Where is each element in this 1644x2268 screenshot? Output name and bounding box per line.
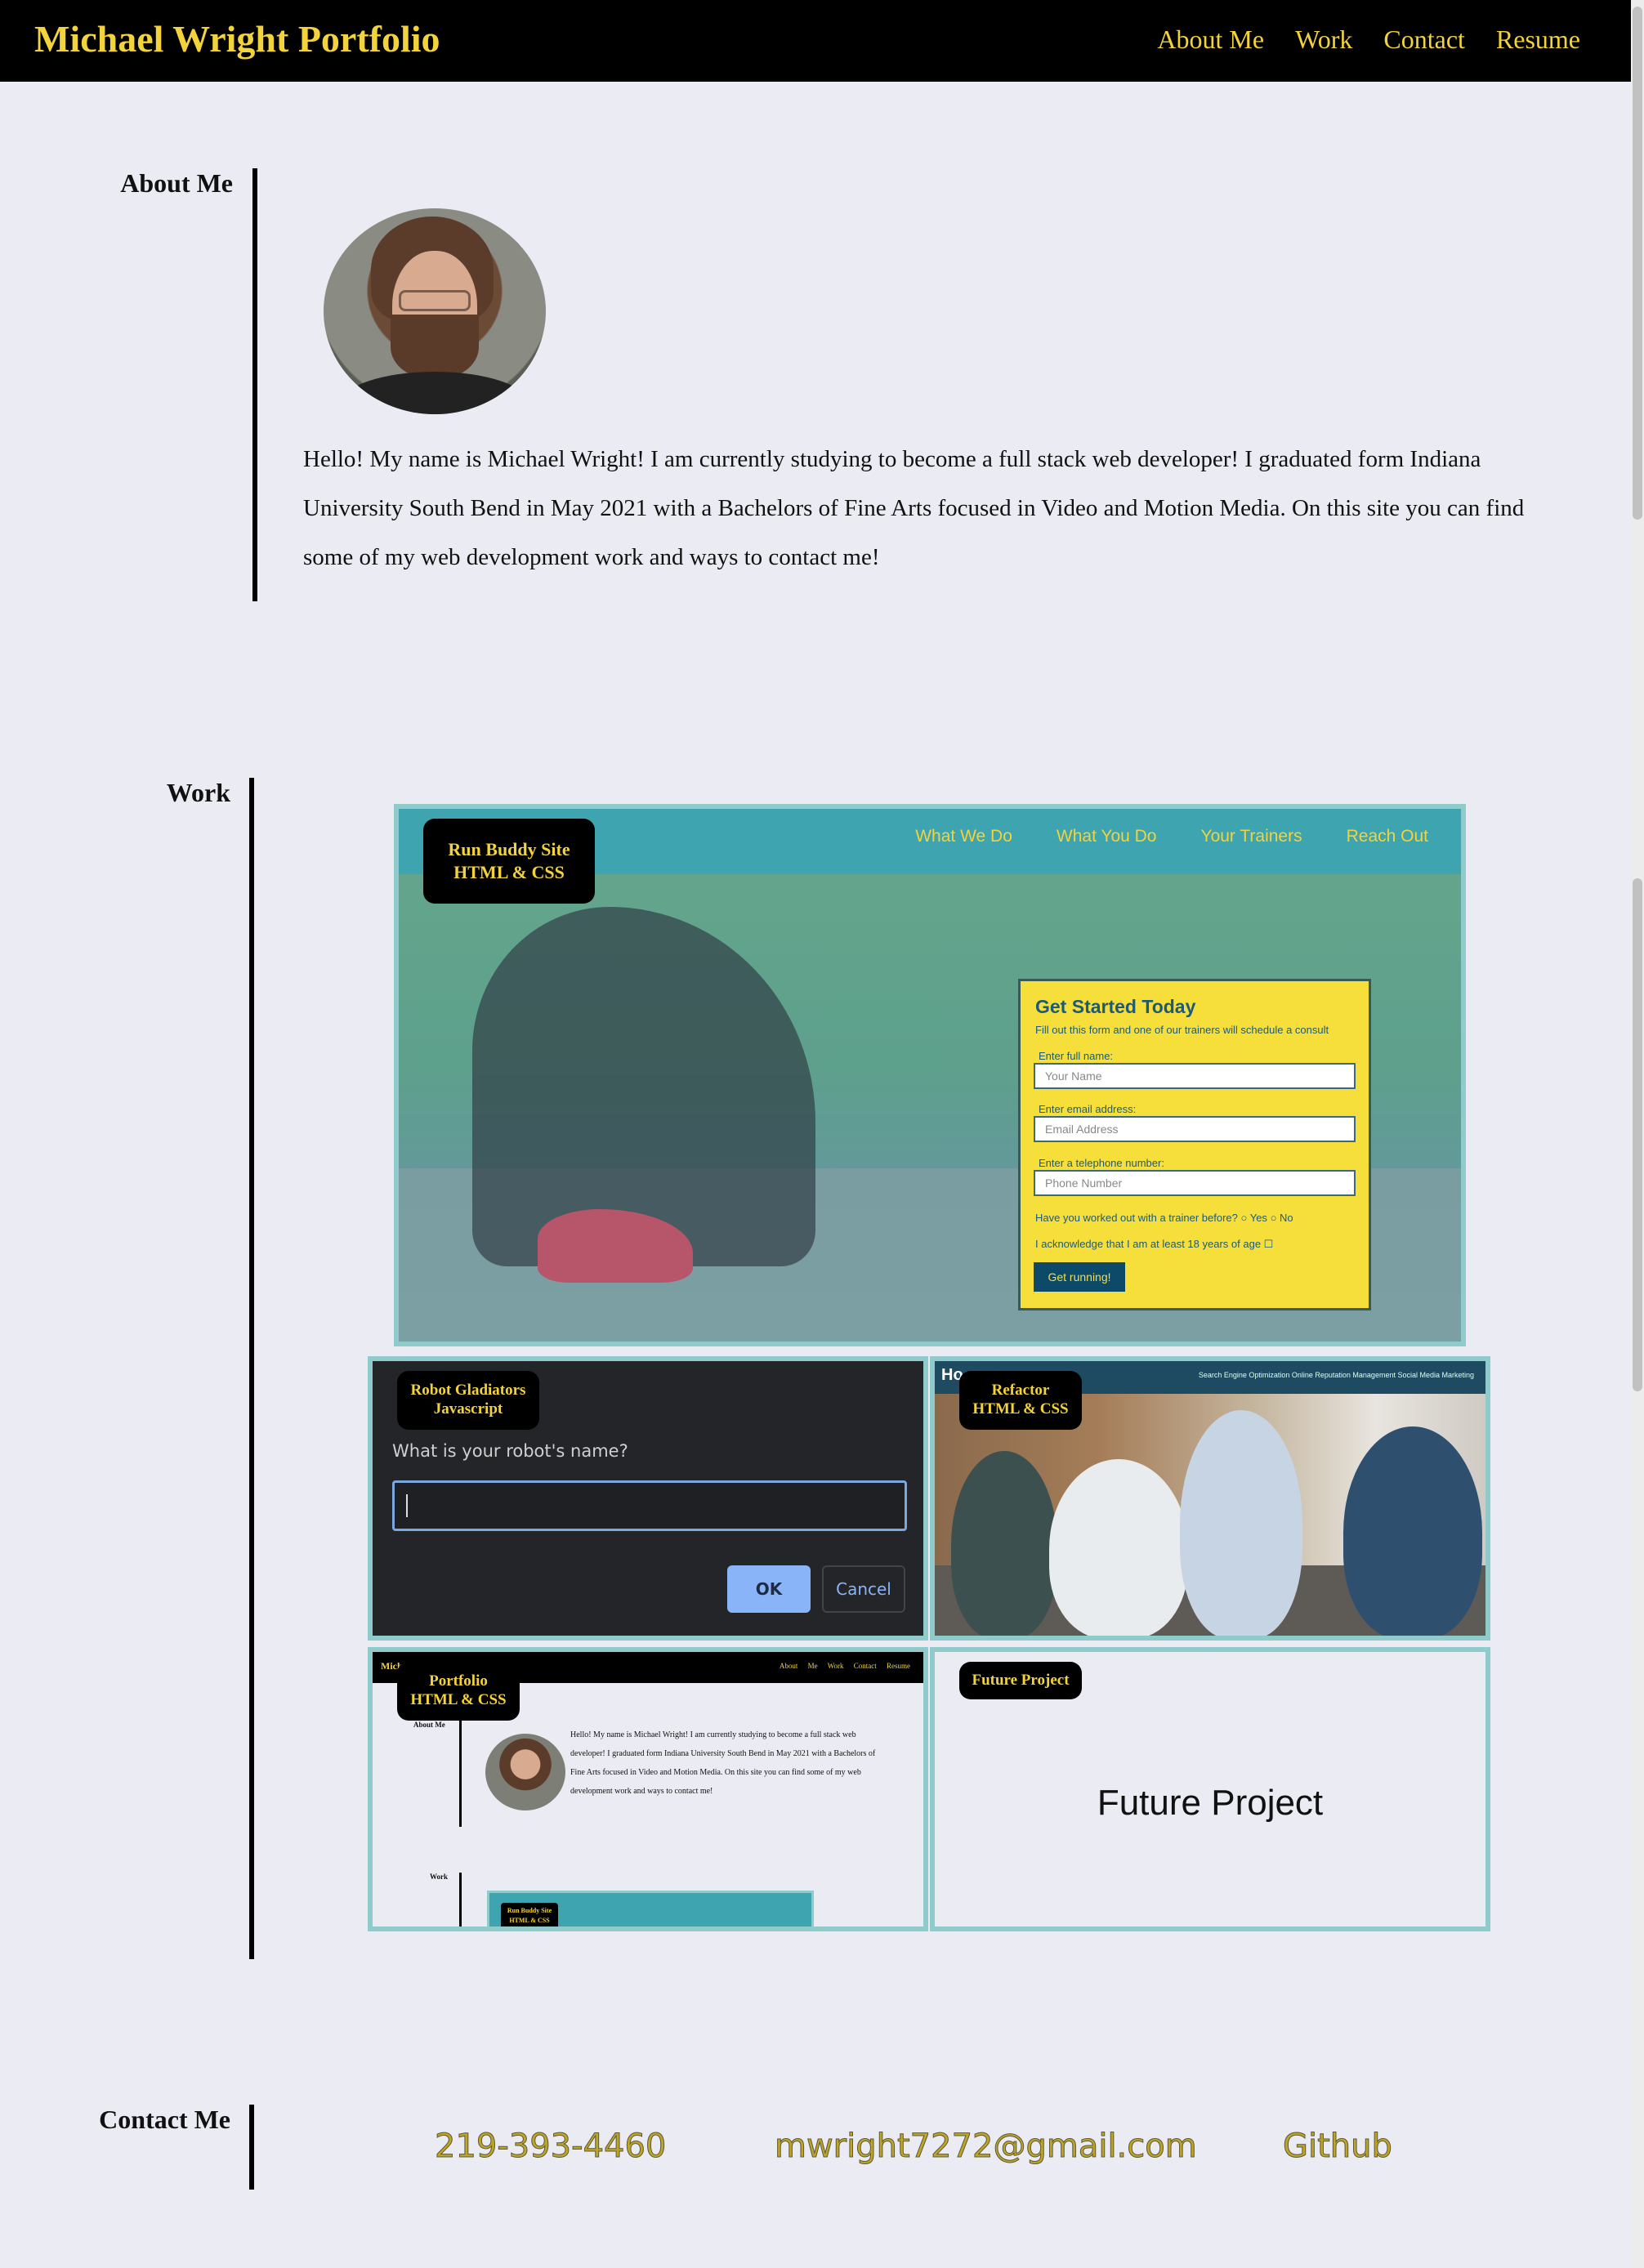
rb-nav-reach-out: Reach Out (1346, 827, 1428, 846)
rb-phone-input: Phone Number (1034, 1170, 1356, 1196)
pf-mini-nav: About Me Work Contact Resume (779, 1662, 910, 1670)
rb-radio-yes: ○ Yes (1240, 1212, 1267, 1224)
rb-age-ack: I acknowledge that I am at least 18 year… (1035, 1238, 1274, 1250)
rb-phone-label: Enter a telephone number: (1039, 1157, 1164, 1169)
pf-mini-run-buddy: Run Buddy Site HTML & CSS (487, 1891, 814, 1926)
rb-form-title: Get Started Today (1035, 996, 1196, 1017)
about-section-label: About Me (120, 168, 233, 198)
refactor-nav: Search Engine Optimization Online Reputa… (1198, 1371, 1474, 1379)
run-buddy-hero-image: Get Started Today Fill out this form and… (399, 874, 1461, 1342)
rb-email-label: Enter email address: (1039, 1103, 1137, 1115)
badge-run-buddy-title: Run Buddy Site (448, 839, 570, 859)
pf-mini-badge: Run Buddy Site HTML & CSS (501, 1903, 558, 1926)
rb-get-running-button: Get running! (1034, 1262, 1125, 1292)
rb-nav-what-you-do: What You Do (1056, 827, 1157, 846)
badge-refactor-title: Refactor (991, 1382, 1050, 1399)
rb-name-input: Your Name (1034, 1063, 1356, 1089)
badge-robot-gladiators-tech: Javascript (433, 1400, 503, 1418)
rg-name-input (392, 1480, 907, 1531)
nav-contact[interactable]: Contact (1383, 21, 1465, 57)
rg-ok-button: OK (727, 1565, 811, 1613)
badge-refactor-tech: HTML & CSS (972, 1400, 1069, 1418)
nav-resume[interactable]: Resume (1496, 21, 1580, 57)
badge-run-buddy-tech: HTML & CSS (453, 862, 565, 882)
future-project-text: Future Project (1097, 1783, 1324, 1823)
pf-mini-about-label: About Me (413, 1721, 445, 1729)
badge-portfolio[interactable]: Portfolio HTML & CSS (397, 1662, 520, 1721)
rb-name-label: Enter full name: (1039, 1050, 1114, 1062)
about-bio: Hello! My name is Michael Wright! I am c… (303, 446, 1525, 570)
rg-cancel-button: Cancel (822, 1565, 905, 1613)
pf-mini-work-label: Work (430, 1873, 449, 1881)
contact-github-link[interactable]: Github (1283, 2127, 1393, 2166)
work-section-label: Work (166, 778, 230, 807)
pf-mini-avatar (485, 1734, 565, 1810)
run-buddy-nav: What We Do What You Do Your Trainers Rea… (871, 827, 1428, 846)
pf-mini-bio: Hello! My name is Michael Wright! I am c… (570, 1730, 876, 1796)
rb-trainer-question: Have you worked out with a trainer befor… (1035, 1212, 1293, 1224)
profile-photo (324, 208, 546, 414)
about-divider (252, 168, 257, 601)
rb-form-subtitle: Fill out this form and one of our traine… (1035, 1024, 1329, 1036)
contact-section-label: Contact Me (99, 2105, 230, 2134)
badge-portfolio-title: Portfolio (429, 1672, 488, 1690)
nav-work[interactable]: Work (1295, 21, 1352, 57)
contact-divider (249, 2105, 254, 2190)
site-brand[interactable]: Michael Wright Portfolio (34, 15, 440, 64)
badge-robot-gladiators[interactable]: Robot Gladiators Javascript (397, 1371, 539, 1430)
scrollbar-thumb-secondary[interactable] (1633, 878, 1642, 1391)
badge-future-project[interactable]: Future Project (959, 1662, 1082, 1699)
rb-radio-no: ○ No (1270, 1212, 1293, 1224)
contact-email-link[interactable]: mwright7272@gmail.com (775, 2127, 1198, 2166)
main-nav: About Me Work Contact Resume (1126, 21, 1580, 57)
work-divider (249, 778, 254, 1959)
badge-portfolio-tech: HTML & CSS (410, 1691, 507, 1708)
contact-phone-link[interactable]: 219-393-4460 (434, 2127, 666, 2166)
top-header: Michael Wright Portfolio About Me Work C… (0, 0, 1644, 82)
nav-about-me[interactable]: About Me (1157, 21, 1264, 57)
rb-nav-your-trainers: Your Trainers (1200, 827, 1302, 846)
run-buddy-form: Get Started Today Fill out this form and… (1018, 979, 1371, 1310)
badge-run-buddy[interactable]: Run Buddy Site HTML & CSS (423, 819, 595, 904)
badge-refactor[interactable]: Refactor HTML & CSS (959, 1371, 1082, 1430)
rg-prompt-text: What is your robot's name? (392, 1441, 628, 1461)
badge-robot-gladiators-title: Robot Gladiators (410, 1382, 526, 1399)
scrollbar-thumb[interactable] (1633, 7, 1642, 520)
rb-email-input: Email Address (1034, 1116, 1356, 1142)
rb-nav-what-we-do: What We Do (915, 827, 1012, 846)
